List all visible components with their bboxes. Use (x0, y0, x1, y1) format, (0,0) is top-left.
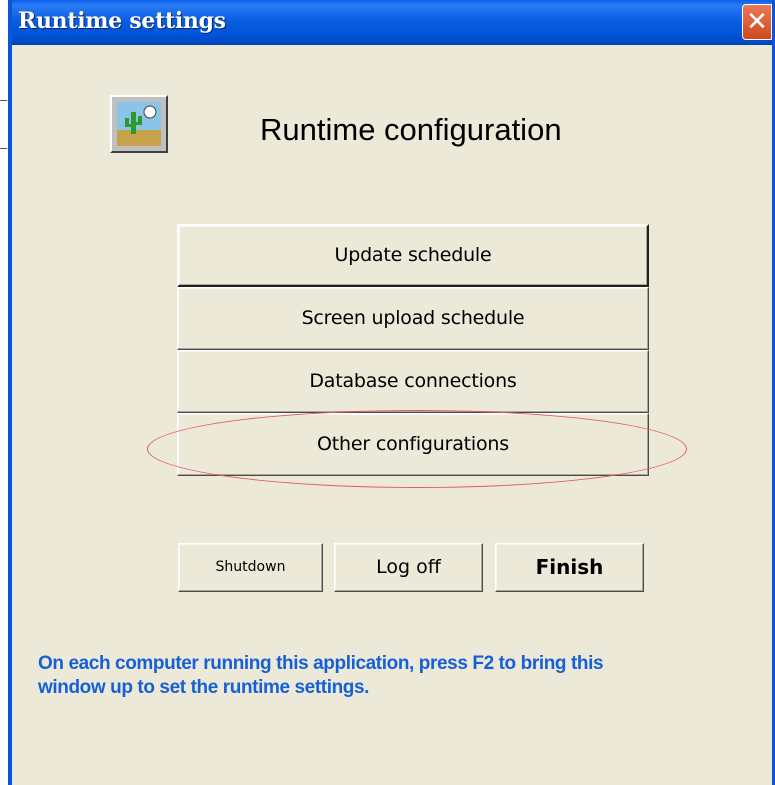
log-off-button[interactable]: Log off (334, 543, 483, 592)
background-strip (0, 0, 8, 785)
database-connections-button[interactable]: Database connections (177, 350, 649, 413)
finish-button[interactable]: Finish (495, 543, 644, 592)
runtime-settings-window: Runtime settings ✕ Runtime configuration… (8, 0, 775, 785)
other-configurations-button[interactable]: Other configurations (177, 413, 649, 476)
help-text: On each computer running this applicatio… (38, 652, 758, 700)
update-schedule-button[interactable]: Update schedule (177, 224, 649, 287)
help-text-line-1: On each computer running this applicatio… (38, 653, 604, 674)
title-bar[interactable]: Runtime settings ✕ (12, 0, 772, 45)
close-icon: ✕ (746, 7, 768, 37)
shutdown-button[interactable]: Shutdown (178, 543, 323, 592)
screen-upload-schedule-button[interactable]: Screen upload schedule (177, 287, 649, 350)
window-title: Runtime settings (18, 8, 226, 34)
close-button[interactable]: ✕ (742, 4, 772, 40)
page-title: Runtime configuration (260, 112, 562, 147)
cactus-landscape-icon (110, 95, 168, 153)
help-text-line-2: window up to set the runtime settings. (38, 677, 370, 698)
